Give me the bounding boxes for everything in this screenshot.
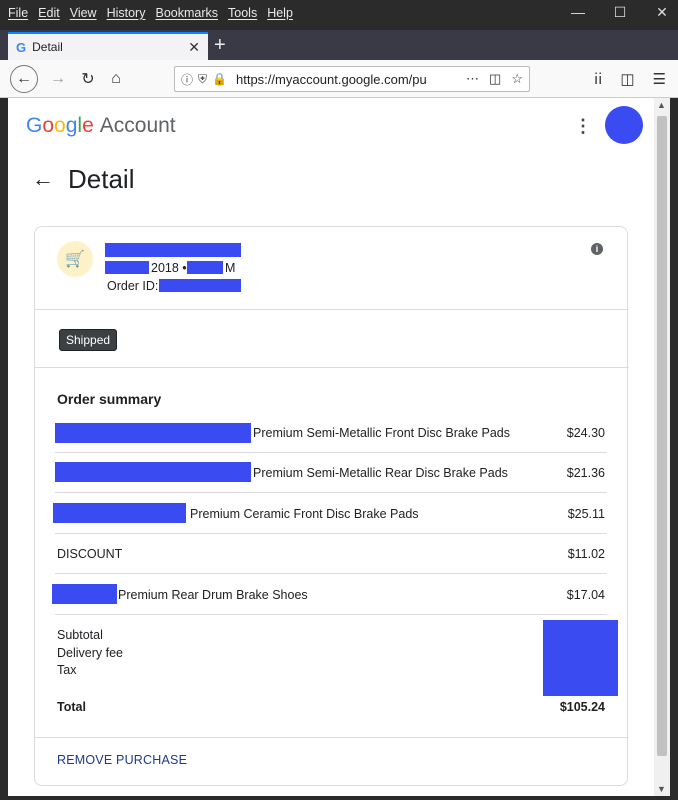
row-divider <box>55 533 607 534</box>
shopping-cart-icon: 🛒 <box>57 241 93 277</box>
menu-bookmarks[interactable]: Bookmarks <box>155 6 218 26</box>
close-tab-icon[interactable]: ✕ <box>188 39 200 56</box>
total-price: $105.24 <box>559 700 605 714</box>
avatar[interactable] <box>605 106 643 144</box>
redacted-item-image <box>53 503 186 523</box>
library-icon[interactable]: ⅰⅰ <box>594 70 602 88</box>
row-divider <box>55 492 607 493</box>
remove-purchase-button[interactable]: REMOVE PURCHASE <box>57 753 187 767</box>
redacted-merchant <box>105 243 241 257</box>
menu-history[interactable]: History <box>107 6 146 26</box>
more-options-icon[interactable]: ⋮ <box>574 116 592 137</box>
menu-bar: File Edit View History Bookmarks Tools H… <box>8 6 293 26</box>
account-label: Account <box>99 114 176 137</box>
redacted-item-image <box>55 423 251 443</box>
list-item-price: $21.36 <box>566 466 605 480</box>
row-divider <box>55 614 607 615</box>
list-item-price: $25.11 <box>567 507 605 521</box>
order-time-suffix: M <box>225 261 236 275</box>
divider <box>35 737 629 738</box>
logo-letter: e <box>82 114 94 137</box>
logo-letter: G <box>26 114 43 137</box>
menu-edit[interactable]: Edit <box>38 6 60 26</box>
row-divider <box>55 573 607 574</box>
bookmark-star-icon[interactable]: ☆ <box>511 71 523 87</box>
browser-window: File Edit View History Bookmarks Tools H… <box>0 0 678 800</box>
menu-file[interactable]: File <box>8 6 28 26</box>
logo-letter: g <box>65 114 78 137</box>
status-badge: Shipped <box>59 329 118 351</box>
info-circle-icon[interactable]: ⓘ <box>181 71 193 88</box>
hamburger-menu-icon[interactable]: ☰ <box>653 70 666 88</box>
tab-detail[interactable]: G Detail ✕ <box>8 32 208 60</box>
delivery-fee-label: Delivery fee <box>57 646 123 660</box>
order-date: 2018 • <box>151 261 187 275</box>
lock-icon[interactable]: 🔒 <box>212 72 227 86</box>
close-window-icon[interactable]: ✕ <box>654 4 670 21</box>
discount-price: $11.02 <box>567 547 605 561</box>
redacted-date <box>105 261 149 274</box>
scroll-thumb[interactable] <box>657 116 667 756</box>
scroll-up-icon[interactable]: ▲ <box>657 100 666 110</box>
url-text[interactable]: https://myaccount.google.com/pu <box>236 72 466 87</box>
menu-tools[interactable]: Tools <box>228 6 257 26</box>
address-bar[interactable]: ⓘ ⛨ 🔒 https://myaccount.google.com/pu ⋯ … <box>174 66 530 92</box>
order-id-label: Order ID: <box>107 279 159 293</box>
list-item-name: Premium Semi-Metallic Front Disc Brake P… <box>253 426 511 440</box>
page-viewport: Google Account ⋮ ← Detail 🛒 2018 • M Orde… <box>8 98 654 796</box>
discount-label: DISCOUNT <box>57 547 123 561</box>
list-item-price: $24.30 <box>566 426 605 440</box>
home-icon[interactable]: ⌂ <box>102 65 130 93</box>
list-item-name: Premium Ceramic Front Disc Brake Pads <box>190 507 419 521</box>
logo-letter: o <box>42 114 55 137</box>
minimize-icon[interactable]: — <box>570 4 586 21</box>
order-summary-title: Order summary <box>57 391 162 407</box>
back-arrow-icon[interactable]: ← <box>32 166 54 192</box>
menu-help[interactable]: Help <box>267 6 293 26</box>
subtotal-label: Subtotal <box>57 628 103 642</box>
scrollbar[interactable]: ▲ ▼ <box>654 98 670 796</box>
divider <box>35 309 629 310</box>
scroll-down-icon[interactable]: ▼ <box>657 784 666 794</box>
list-item-name: Premium Rear Drum Brake Shoes <box>118 588 308 602</box>
navigation-bar: ← → ↻ ⌂ ⓘ ⛨ 🔒 https://myaccount.google.c… <box>0 60 678 98</box>
tab-strip: G Detail ✕ + <box>0 30 678 60</box>
logo-letter: o <box>54 114 66 137</box>
new-tab-icon[interactable]: + <box>214 34 226 57</box>
sidebar-icon[interactable]: ◫ <box>620 70 634 88</box>
row-divider <box>55 452 607 453</box>
redacted-item-image <box>55 462 251 482</box>
back-icon[interactable]: ← <box>10 65 38 93</box>
divider <box>35 367 629 368</box>
redacted-item-image <box>52 584 117 604</box>
page-title: Detail <box>68 164 135 194</box>
menu-view[interactable]: View <box>70 6 97 26</box>
reload-icon[interactable]: ↻ <box>74 65 102 93</box>
forward-icon[interactable]: → <box>44 65 72 93</box>
maximize-icon[interactable]: ☐ <box>612 4 628 21</box>
list-item-price: $17.04 <box>566 588 605 602</box>
window-controls: — ☐ ✕ <box>570 4 670 21</box>
order-card: 🛒 2018 • M Order ID: i Shipped Order sum… <box>34 226 629 786</box>
redacted-order-id <box>159 279 241 292</box>
info-icon[interactable]: i <box>591 243 603 255</box>
google-favicon-icon: G <box>16 39 27 55</box>
toolbar-right: ⅰⅰ ◫ ☰ <box>594 70 666 88</box>
google-account-logo: Google Account <box>26 114 176 138</box>
total-label: Total <box>57 700 86 714</box>
tax-label: Tax <box>57 663 77 677</box>
redacted-time <box>187 261 223 274</box>
redacted-totals <box>543 620 618 696</box>
list-item-name: Premium Semi-Metallic Rear Disc Brake Pa… <box>253 466 508 480</box>
tab-title: Detail <box>32 40 63 54</box>
page-actions-icon[interactable]: ⋯ <box>466 71 479 87</box>
shield-icon[interactable]: ⛨ <box>198 72 207 87</box>
pocket-icon[interactable]: ◫ <box>489 71 501 87</box>
